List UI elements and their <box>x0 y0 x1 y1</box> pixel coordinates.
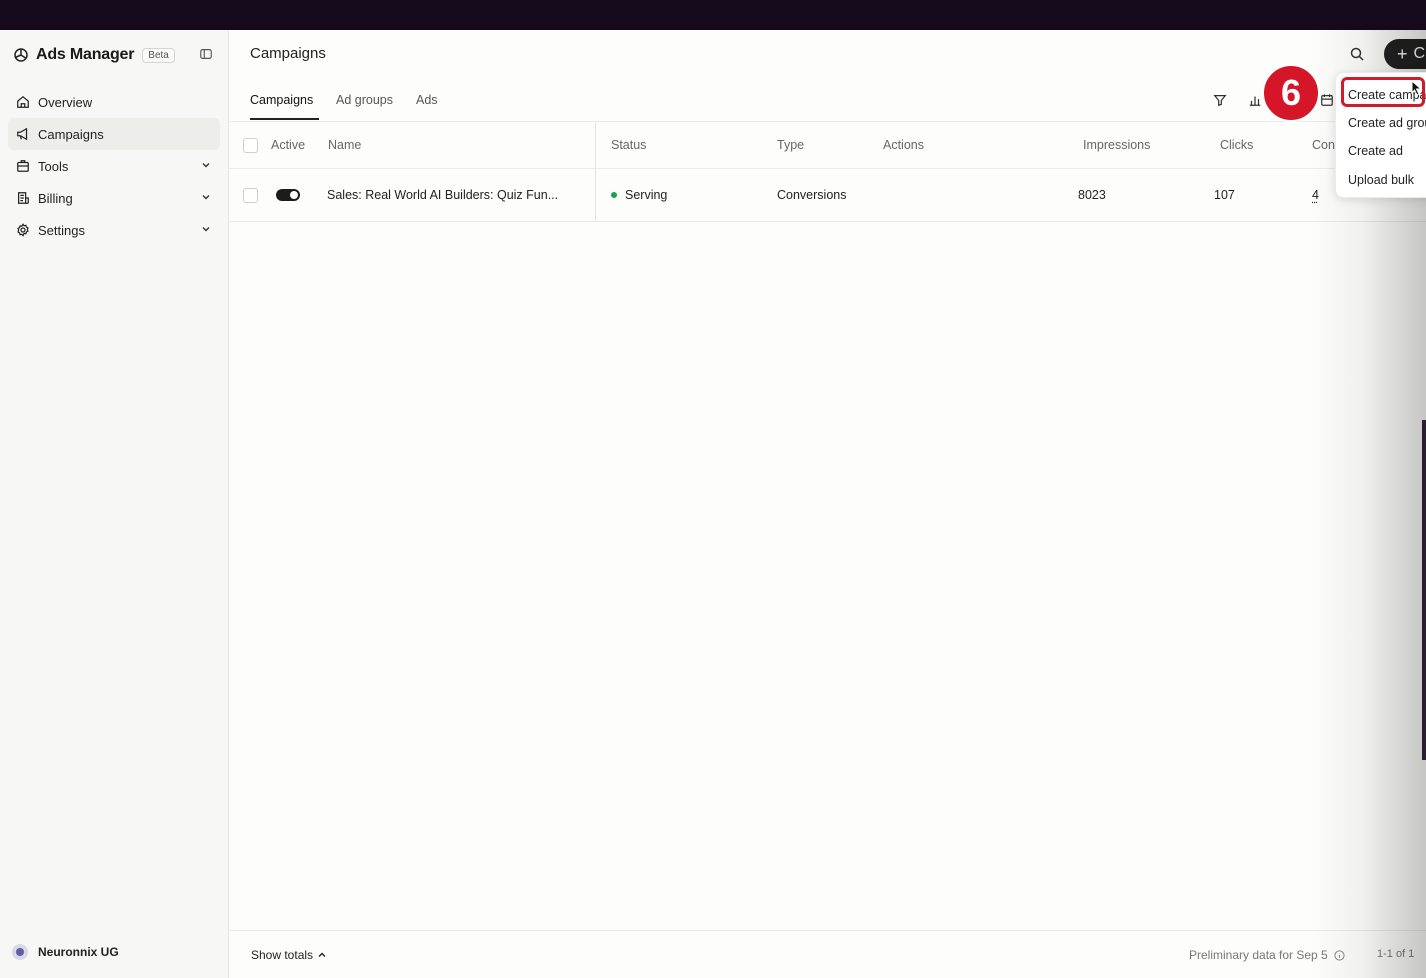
tabs-bar: Campaigns Ad groups Ads <box>229 78 1426 122</box>
globe-icon <box>16 948 24 956</box>
sidebar-nav: Overview Campaigns Tools Billing Setting… <box>8 86 220 246</box>
column-header-clicks[interactable]: Clicks <box>1220 138 1253 152</box>
status-text: Serving <box>625 188 668 202</box>
menu-item-create-ad[interactable]: Create ad <box>1348 144 1403 158</box>
receipt-icon <box>18 192 29 204</box>
mouse-cursor-icon <box>1411 80 1423 96</box>
brand: Ads Manager Beta <box>12 44 175 66</box>
column-divider <box>595 122 596 222</box>
column-header-active[interactable]: Active <box>271 138 305 152</box>
chevron-down-icon <box>202 195 210 200</box>
sidebar-item-campaigns[interactable]: Campaigns <box>8 118 220 150</box>
sidebar-item-settings[interactable]: Settings <box>8 214 220 246</box>
page-title: Campaigns <box>250 45 326 62</box>
sidebar-item-label: Settings <box>38 222 85 238</box>
sidebar-item-label: Tools <box>38 158 69 174</box>
conversions-cell[interactable]: 4 <box>1312 188 1319 202</box>
sidebar-item-label: Overview <box>38 94 93 110</box>
sidebar: Ads Manager Beta Overview Campaigns Tool… <box>0 30 229 978</box>
tab-ad-groups[interactable]: Ad groups <box>336 93 393 107</box>
row-checkbox[interactable] <box>243 188 258 203</box>
main-content: Campaigns + C Campaigns Ad groups Ads Ac… <box>229 30 1426 978</box>
status-dot-icon <box>611 192 617 198</box>
preliminary-data-note: Preliminary data for Sep 5 <box>1189 948 1345 962</box>
account-switcher[interactable]: Neuronnix UG <box>12 944 119 960</box>
show-totals-label: Show totals <box>251 948 314 962</box>
column-header-status[interactable]: Status <box>611 138 646 152</box>
type-cell: Conversions <box>777 188 847 202</box>
info-icon[interactable] <box>1334 949 1345 961</box>
page-header: Campaigns + C <box>229 30 1426 79</box>
active-toggle[interactable] <box>276 189 300 201</box>
column-header-type[interactable]: Type <box>777 138 804 152</box>
chevron-down-icon <box>202 227 210 232</box>
table-header: Active Name Status Type Actions Impressi… <box>229 122 1426 169</box>
beta-badge: Beta <box>142 47 175 63</box>
clicks-cell: 107 <box>1214 188 1235 202</box>
tab-campaigns[interactable]: Campaigns <box>250 93 313 107</box>
column-header-name[interactable]: Name <box>328 138 361 152</box>
select-all-checkbox[interactable] <box>243 138 258 153</box>
impressions-cell: 8023 <box>1078 188 1106 202</box>
search-icon[interactable] <box>1349 46 1365 62</box>
table-footer: Show totals Preliminary data for Sep 5 1… <box>229 930 1426 978</box>
filter-icon[interactable] <box>1213 93 1227 107</box>
sidebar-toggle-icon[interactable] <box>199 47 213 61</box>
status-cell: Serving <box>611 188 667 202</box>
chevron-down-icon <box>202 163 210 168</box>
sidebar-item-label: Billing <box>38 190 73 206</box>
sidebar-item-billing[interactable]: Billing <box>8 182 220 214</box>
chevron-up-icon <box>318 952 326 957</box>
menu-item-create-ad-group[interactable]: Create ad grou <box>1348 116 1426 130</box>
column-header-conversions[interactable]: Con <box>1312 138 1335 152</box>
show-totals-button[interactable]: Show totals <box>251 948 327 962</box>
chart-icon[interactable] <box>1248 93 1262 107</box>
avatar <box>12 944 28 960</box>
account-name: Neuronnix UG <box>38 945 119 959</box>
menu-item-upload-bulk[interactable]: Upload bulk <box>1348 173 1414 187</box>
sidebar-item-overview[interactable]: Overview <box>8 86 220 118</box>
pagination-text: 1-1 of 1 <box>1377 948 1415 960</box>
create-button-label: C <box>1413 45 1426 62</box>
campaign-name[interactable]: Sales: Real World AI Builders: Quiz Fun.… <box>327 188 558 202</box>
app-window: Ads Manager Beta Overview Campaigns Tool… <box>0 30 1426 978</box>
gear-icon <box>17 223 29 237</box>
preliminary-text: Preliminary data for Sep 5 <box>1189 948 1328 962</box>
plus-icon: + <box>1397 43 1408 64</box>
column-header-actions[interactable]: Actions <box>883 138 924 152</box>
logo-icon <box>14 48 28 62</box>
create-button[interactable]: + C <box>1384 39 1426 69</box>
calendar-icon[interactable] <box>1320 93 1334 107</box>
sidebar-item-label: Campaigns <box>38 126 104 142</box>
briefcase-icon <box>17 160 29 172</box>
window-edge <box>1422 420 1426 760</box>
step-badge: 6 <box>1262 64 1320 122</box>
megaphone-icon <box>17 127 28 141</box>
sidebar-item-tools[interactable]: Tools <box>8 150 220 182</box>
active-tab-indicator <box>250 118 319 120</box>
tab-ads[interactable]: Ads <box>416 93 438 107</box>
table-row[interactable]: Sales: Real World AI Builders: Quiz Fun.… <box>229 169 1426 222</box>
column-header-impressions[interactable]: Impressions <box>1083 138 1150 152</box>
brand-name: Ads Manager <box>36 46 135 63</box>
home-icon <box>17 95 29 108</box>
